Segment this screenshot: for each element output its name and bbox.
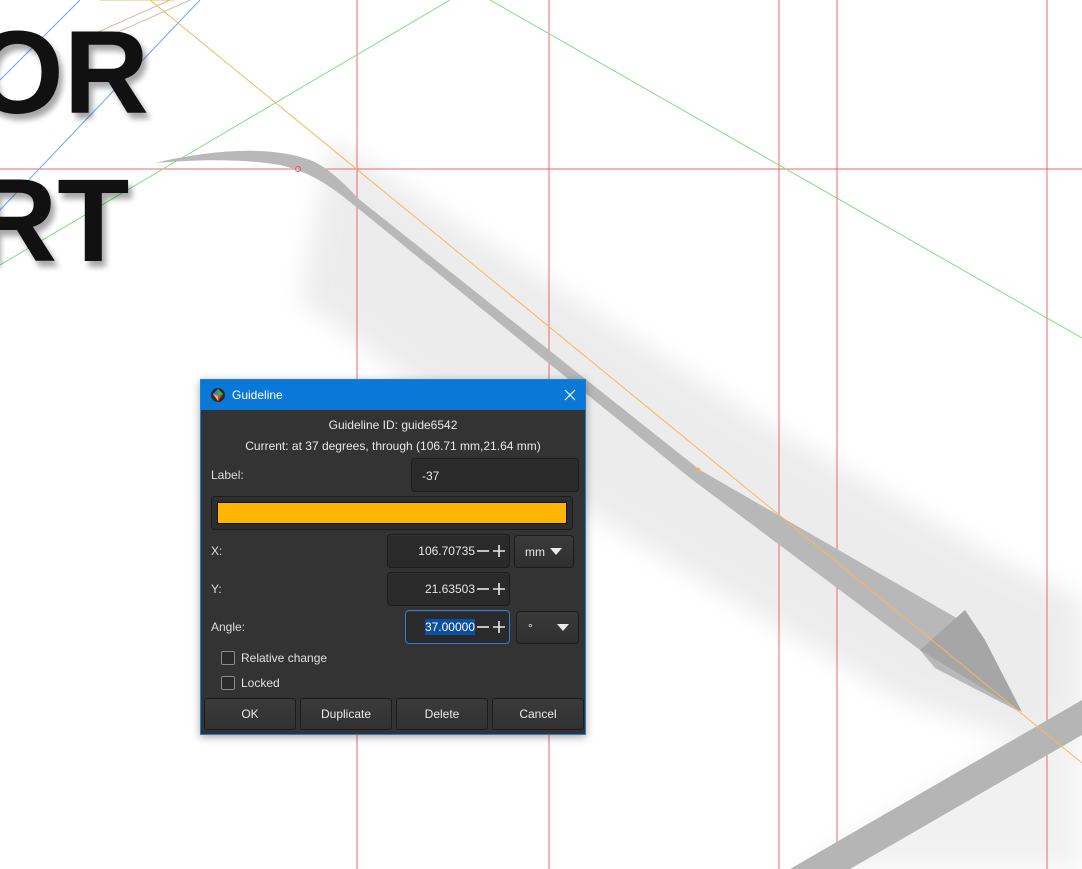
dialog-title: Guideline: [232, 388, 283, 402]
ok-button[interactable]: OK: [204, 698, 296, 730]
relative-change-checkbox[interactable]: Relative change: [221, 651, 327, 665]
canvas-text-line2: RT: [0, 155, 130, 287]
minus-icon: [477, 550, 489, 552]
angle-spinbutton[interactable]: 37.00000: [405, 610, 510, 644]
guideline-id: Guideline ID: guide6542: [328, 418, 458, 432]
dialog-titlebar[interactable]: Guideline: [201, 380, 585, 410]
minus-icon: [477, 626, 489, 628]
x-increment-button[interactable]: [491, 535, 507, 567]
minus-icon: [477, 588, 489, 590]
locked-box[interactable]: [221, 676, 235, 690]
angle-unit-dropdown[interactable]: °: [516, 611, 579, 644]
x-decrement-button[interactable]: [475, 535, 491, 567]
y-caption: Y:: [211, 582, 222, 596]
x-caption: X:: [211, 544, 223, 558]
duplicate-button[interactable]: Duplicate: [300, 698, 392, 730]
y-decrement-button[interactable]: [475, 573, 491, 605]
locked-checkbox[interactable]: Locked: [221, 676, 280, 690]
delete-button[interactable]: Delete: [396, 698, 488, 730]
y-spinbutton[interactable]: 21.63503: [387, 572, 510, 606]
angle-unit-value: °: [528, 620, 533, 635]
inkscape-icon: [211, 388, 225, 402]
plus-icon: [493, 545, 505, 557]
close-button[interactable]: [555, 380, 585, 410]
y-value: 21.63503: [424, 582, 475, 596]
unit-value: mm: [525, 544, 545, 559]
plus-icon: [493, 583, 505, 595]
relative-change-box[interactable]: [221, 651, 235, 665]
plus-icon: [493, 621, 505, 633]
label-value: -37: [422, 469, 440, 483]
relative-change-label: Relative change: [241, 651, 328, 665]
chevron-down-icon: [550, 548, 562, 555]
color-picker-button[interactable]: [211, 496, 573, 530]
color-swatch: [217, 502, 567, 524]
canvas-text-line1: OR: [0, 7, 149, 139]
current-position: Current: at 37 degrees, through (106.71 …: [245, 439, 541, 453]
chevron-down-icon: [556, 624, 569, 631]
x-value: 106.70735: [418, 544, 475, 558]
angle-caption: Angle:: [211, 620, 246, 634]
close-icon: [564, 389, 576, 401]
cancel-button[interactable]: Cancel: [492, 698, 584, 730]
guideline-dialog: Guideline Guideline ID: guide6542 Curren…: [200, 379, 586, 735]
locked-label: Locked: [241, 676, 280, 690]
angle-decrement-button[interactable]: [475, 611, 491, 643]
angle-increment-button[interactable]: [491, 611, 507, 643]
label-caption: Label:: [211, 468, 244, 482]
y-increment-button[interactable]: [491, 573, 507, 605]
x-spinbutton[interactable]: 106.70735: [387, 534, 510, 568]
unit-dropdown[interactable]: mm: [514, 535, 574, 568]
angle-value: 37.00000: [424, 611, 475, 643]
label-input[interactable]: -37: [411, 458, 579, 492]
angle-selection: 37.00000: [424, 619, 475, 635]
